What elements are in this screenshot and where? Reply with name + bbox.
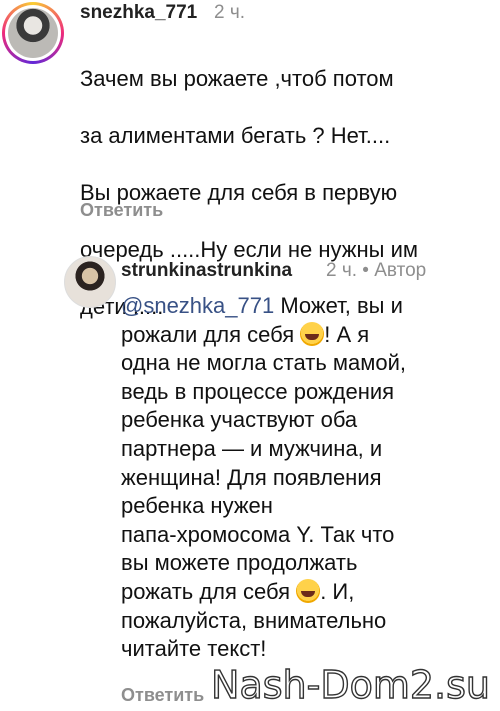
comment-text-part: рожали для себя — [121, 321, 301, 347]
comment-line: партнера — и мужчина, и — [121, 435, 383, 461]
comment-line: рожать для себя . И, — [121, 578, 406, 607]
comment-line: ребенка нужен — [121, 493, 273, 519]
comment-line: женщина! Для появления — [121, 464, 382, 490]
comment-line: Зачем вы рожаете ,чтоб потом — [80, 65, 394, 91]
reply-button[interactable]: Ответить — [121, 685, 204, 706]
comment-time: 2 ч. — [214, 2, 246, 23]
comment-line: ребенка участвуют оба — [121, 407, 358, 433]
comment-line: одна не могла стать мамой, — [121, 350, 407, 376]
comment-text: @snezhka_771 Может, вы и рожали для себя… — [121, 292, 406, 664]
comment-line: читайте текст! — [121, 636, 267, 662]
comment-username[interactable]: snezhka_771 — [80, 2, 197, 24]
comment-line: @snezhka_771 Может, вы и — [121, 292, 406, 321]
comment-line: пожалуйста, внимательно — [121, 607, 387, 633]
comment-line: ведь в процессе рождения — [121, 378, 395, 404]
comment-line: папа-хромосома Y. Так что — [121, 521, 395, 547]
mention-link[interactable]: @snezhka_771 — [121, 293, 274, 318]
avatar-story-ring[interactable] — [2, 2, 64, 64]
comment-time: 2 ч. • Автор — [326, 260, 427, 281]
comment-text-part: Может, вы и — [274, 293, 403, 318]
comment-line: рожали для себя ! А я — [121, 321, 406, 350]
comment-text-part: рожать для себя — [121, 578, 297, 604]
tears-of-joy-emoji-icon — [296, 578, 321, 603]
comment-text-part: . И, — [320, 578, 355, 604]
avatar[interactable] — [64, 256, 116, 308]
comment-line: вы можете продолжать — [121, 550, 358, 576]
avatar — [8, 8, 58, 58]
tears-of-joy-emoji-icon — [300, 321, 325, 346]
comment-text-part: ! А я — [324, 321, 370, 347]
site-watermark: Nash-Dom2.su — [210, 662, 490, 707]
reply-button[interactable]: Ответить — [80, 200, 163, 221]
comment-line: за алиментами бегать ? Нет.... — [80, 122, 391, 148]
comment-username[interactable]: strunkinastrunkina — [121, 260, 292, 282]
